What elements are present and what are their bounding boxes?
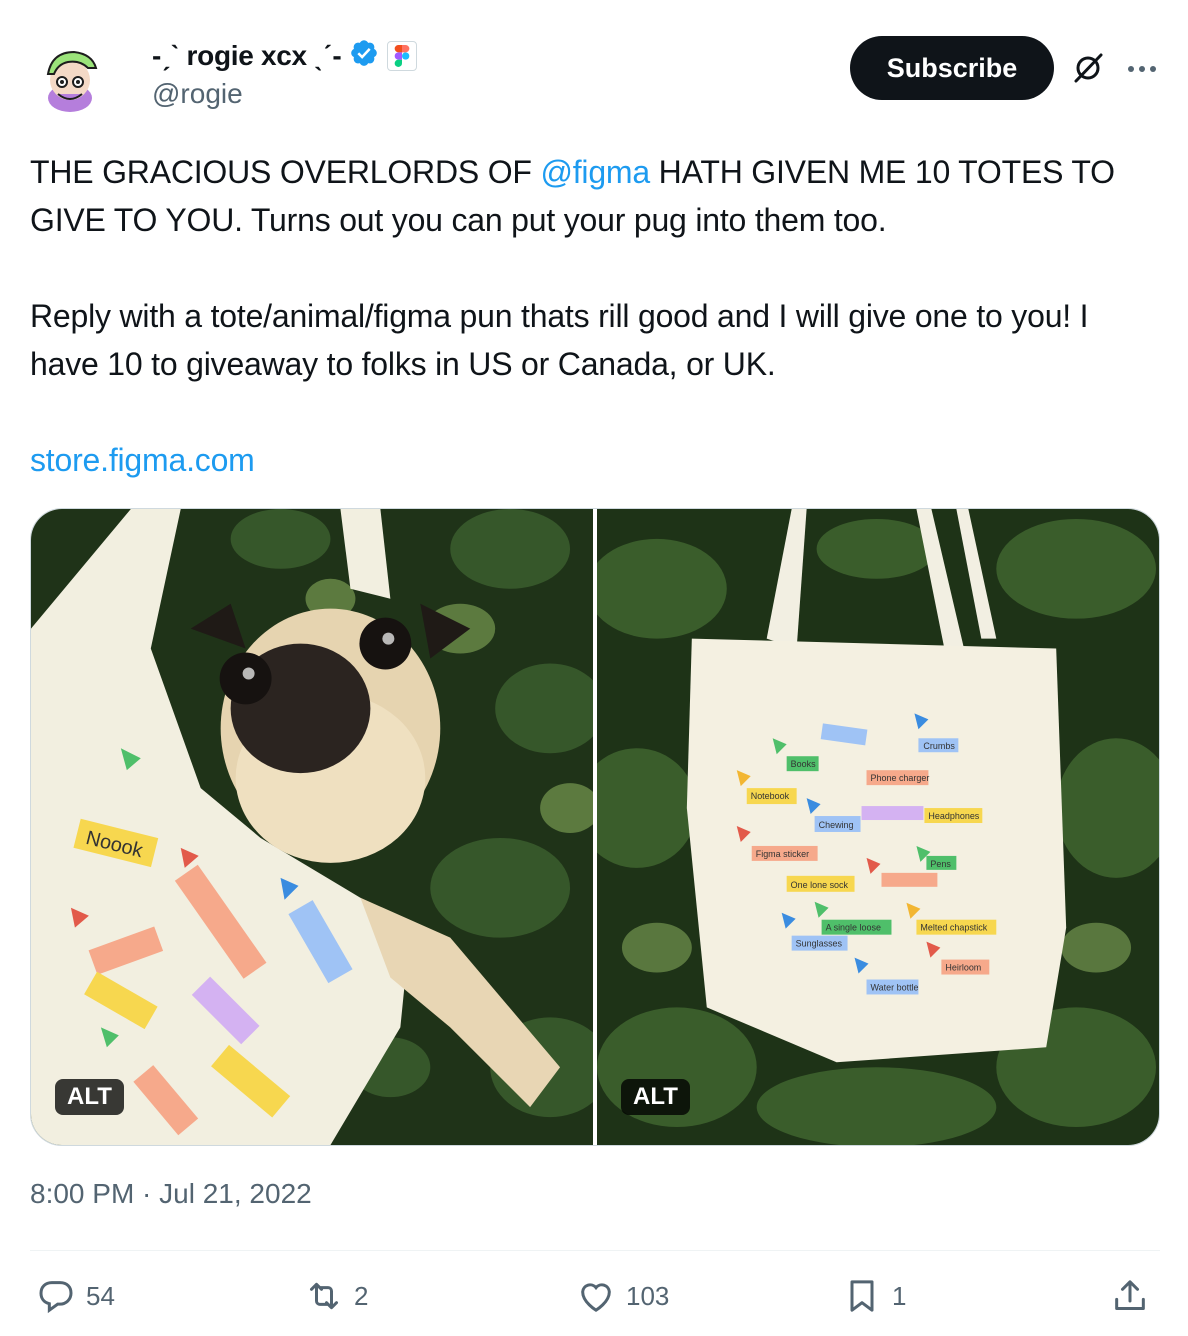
author-handle[interactable]: @rogie bbox=[152, 78, 243, 110]
like-button[interactable]: 103 bbox=[576, 1276, 669, 1316]
alt-text-badge[interactable]: ALT bbox=[55, 1079, 124, 1115]
grok-icon[interactable] bbox=[1070, 50, 1106, 86]
reply-count: 54 bbox=[86, 1280, 115, 1311]
tweet-text-segment: THE GRACIOUS OVERLORDS OF bbox=[30, 154, 541, 190]
svg-text:A single loose: A single loose bbox=[826, 923, 881, 933]
author-name-row[interactable]: -ˏˋ rogie xcx ˎˊ- bbox=[152, 38, 418, 73]
more-options-icon[interactable] bbox=[1124, 54, 1160, 84]
media-image-tote-bag[interactable]: Crumbs Books Phone charger Notebook Head… bbox=[597, 509, 1159, 1145]
repost-button[interactable]: 2 bbox=[304, 1276, 368, 1316]
repost-icon bbox=[310, 1282, 338, 1310]
reply-button[interactable]: 54 bbox=[36, 1276, 115, 1316]
bookmark-count: 1 bbox=[892, 1280, 907, 1311]
tweet-timestamp[interactable]: 8:00 PM · Jul 21, 2022 bbox=[30, 1178, 312, 1210]
tweet-text: THE GRACIOUS OVERLORDS OF @figma HATH GI… bbox=[30, 148, 1160, 484]
svg-text:Pens: Pens bbox=[930, 859, 951, 869]
divider bbox=[30, 1250, 1160, 1251]
media-image-pug-in-tote[interactable]: Noook ALT bbox=[31, 509, 593, 1145]
svg-text:Notebook: Notebook bbox=[751, 791, 790, 801]
svg-text:Books: Books bbox=[791, 759, 816, 769]
tweet-paragraph-1: THE GRACIOUS OVERLORDS OF @figma HATH GI… bbox=[30, 148, 1160, 244]
repost-count: 2 bbox=[354, 1280, 369, 1311]
reply-icon bbox=[39, 1281, 73, 1314]
svg-text:One lone sock: One lone sock bbox=[791, 880, 849, 890]
tweet-actions: 54 2 103 1 bbox=[30, 1270, 1160, 1330]
bookmark-button[interactable]: 1 bbox=[842, 1276, 906, 1316]
like-count: 103 bbox=[626, 1280, 670, 1311]
avatar[interactable] bbox=[30, 38, 110, 118]
tweet-header: -ˏˋ rogie xcx ˎˊ- @rogie Subscribe bbox=[30, 30, 1160, 120]
share-button[interactable] bbox=[1110, 1276, 1150, 1316]
svg-text:Sunglasses: Sunglasses bbox=[796, 939, 843, 949]
svg-text:Chewing: Chewing bbox=[819, 820, 854, 830]
verified-badge-icon bbox=[349, 38, 379, 73]
subscribe-button[interactable]: Subscribe bbox=[850, 36, 1054, 100]
svg-text:Water bottle: Water bottle bbox=[871, 982, 919, 992]
svg-text:Figma sticker: Figma sticker bbox=[756, 849, 809, 859]
svg-text:Heirloom: Heirloom bbox=[945, 963, 981, 973]
svg-text:Phone charger: Phone charger bbox=[871, 773, 930, 783]
figma-logo-icon[interactable] bbox=[387, 40, 418, 71]
store-link[interactable]: store.figma.com bbox=[30, 442, 255, 478]
heart-icon bbox=[581, 1283, 611, 1312]
share-icon bbox=[1115, 1280, 1145, 1310]
media-grid: Noook ALT Crumbs Books Phone charger Not… bbox=[30, 508, 1160, 1146]
alt-text-badge[interactable]: ALT bbox=[621, 1079, 690, 1115]
tweet-paragraph-2: Reply with a tote/animal/figma pun thats… bbox=[30, 298, 1089, 382]
bookmark-icon bbox=[850, 1280, 874, 1312]
svg-text:Crumbs: Crumbs bbox=[923, 741, 955, 751]
mention-link[interactable]: @figma bbox=[540, 154, 650, 190]
svg-text:Melted chapstick: Melted chapstick bbox=[920, 923, 987, 933]
svg-text:Headphones: Headphones bbox=[928, 811, 979, 821]
author-display-name[interactable]: -ˏˋ rogie xcx ˎˊ- bbox=[152, 40, 342, 72]
